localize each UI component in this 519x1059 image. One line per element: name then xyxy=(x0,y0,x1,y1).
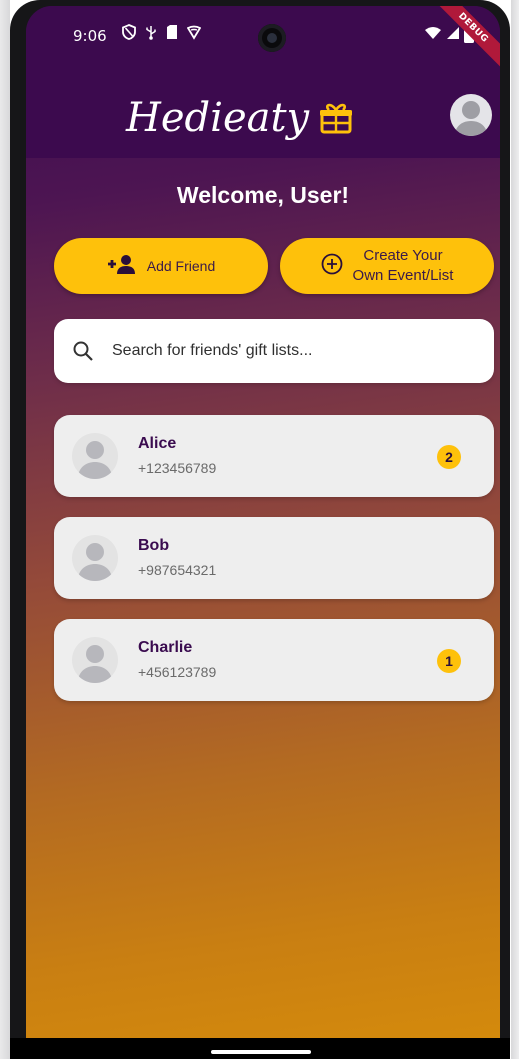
friend-name: Charlie xyxy=(138,639,193,656)
friend-name: Bob xyxy=(138,537,170,554)
friend-phone: +123456789 xyxy=(138,460,217,476)
app-brand: Hedieaty xyxy=(126,88,366,148)
search-input[interactable] xyxy=(110,341,474,361)
friend-avatar xyxy=(72,637,118,683)
usb-icon xyxy=(145,24,157,46)
app-screen: 9:06 DEBUG Hedieaty Welcome, User! Add F… xyxy=(26,6,500,1040)
friend-avatar xyxy=(72,535,118,581)
add-circle-outline-icon xyxy=(321,253,343,280)
create-event-button[interactable]: Create Your Own Event/List xyxy=(280,238,494,294)
friend-card-bob[interactable]: Bob +987654321 xyxy=(54,517,494,599)
create-event-label: Create Your Own Event/List xyxy=(352,247,454,284)
friend-avatar xyxy=(72,433,118,479)
friend-card-charlie[interactable]: Charlie +456123789 1 xyxy=(54,619,494,701)
status-bar: 9:06 DEBUG xyxy=(26,6,500,73)
search-bar[interactable] xyxy=(54,319,494,383)
app-title: Hedieaty xyxy=(126,95,310,141)
status-time: 9:06 xyxy=(73,27,107,45)
friends-list: Alice +123456789 2 Bob +987654321 Charli xyxy=(54,415,494,721)
friend-phone: +987654321 xyxy=(138,562,217,578)
welcome-heading: Welcome, User! xyxy=(176,182,350,208)
event-count-badge: 1 xyxy=(437,649,461,673)
desk-background-right xyxy=(511,0,519,1059)
system-navigation-bar xyxy=(10,1038,510,1059)
person-add-icon xyxy=(107,254,137,279)
sim-card-icon xyxy=(166,24,178,46)
front-camera xyxy=(258,24,286,52)
profile-avatar-button[interactable] xyxy=(450,94,492,136)
event-count-badge: 2 xyxy=(437,445,461,469)
shield-icon xyxy=(122,24,136,46)
status-notification-icons xyxy=(122,24,202,46)
vpn-key-icon xyxy=(186,24,202,46)
person-avatar-icon xyxy=(77,543,113,581)
person-avatar-icon xyxy=(77,441,113,479)
add-friend-label: Add Friend xyxy=(146,258,216,274)
wifi-icon xyxy=(424,25,442,49)
gift-icon xyxy=(319,101,353,135)
desk-background-left xyxy=(0,0,10,1059)
person-avatar-icon xyxy=(77,645,113,683)
home-gesture-handle[interactable] xyxy=(211,1050,311,1054)
friend-phone: +456123789 xyxy=(138,664,217,680)
friend-name: Alice xyxy=(138,435,177,452)
search-icon xyxy=(72,340,94,362)
signal-icon xyxy=(446,25,460,49)
person-avatar-icon xyxy=(454,101,488,136)
add-friend-button[interactable]: Add Friend xyxy=(54,238,268,294)
friend-card-alice[interactable]: Alice +123456789 2 xyxy=(54,415,494,497)
